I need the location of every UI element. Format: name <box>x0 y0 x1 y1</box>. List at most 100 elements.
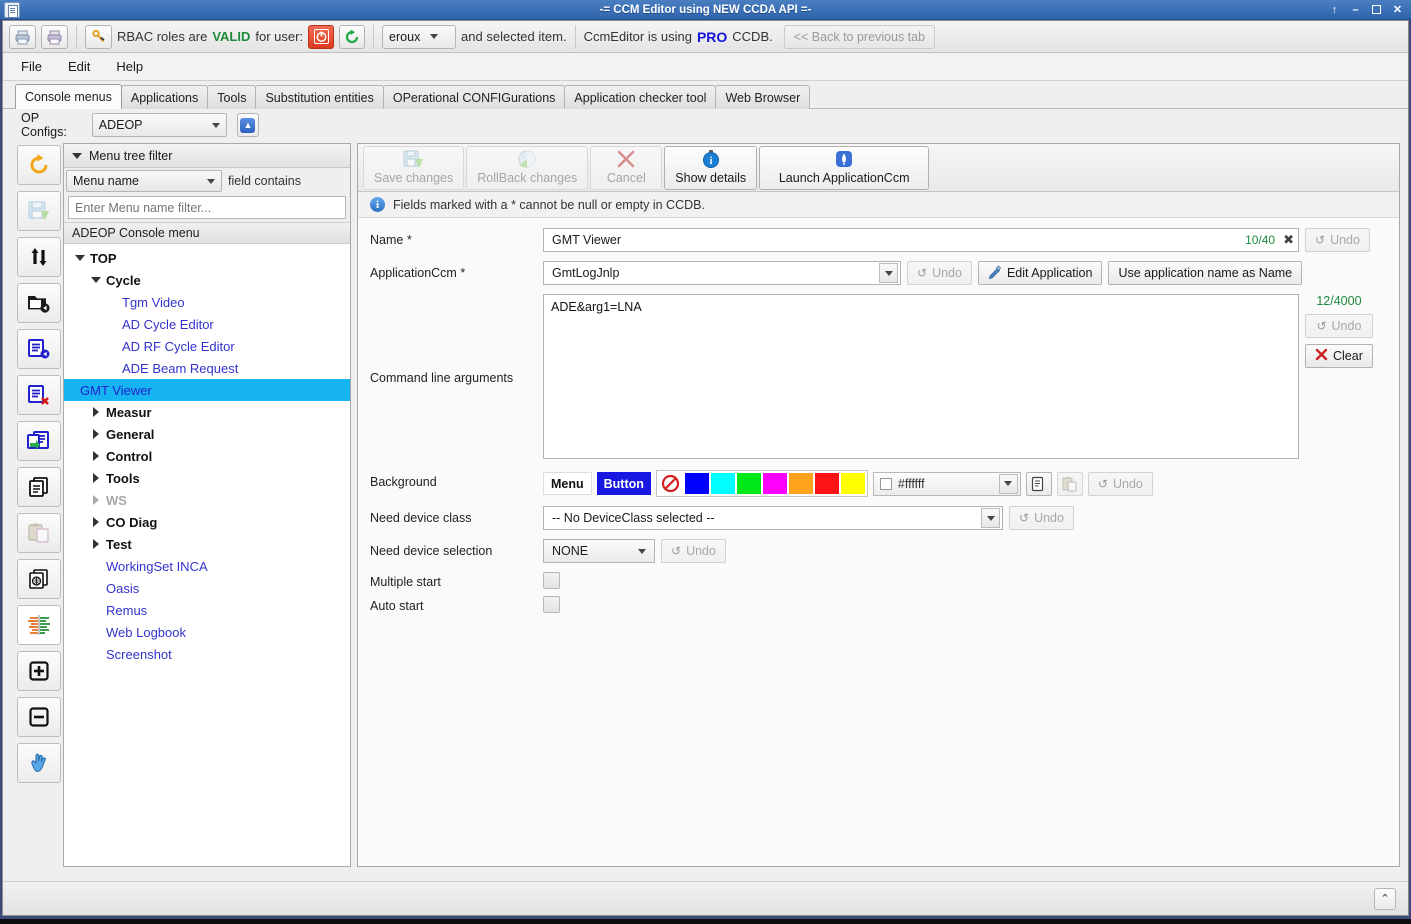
tree-node[interactable]: WorkingSet INCA <box>64 555 350 577</box>
close-button[interactable]: ✕ <box>1388 2 1407 18</box>
user-select[interactable]: eroux <box>382 24 457 49</box>
need-device-selection-select[interactable]: NONE <box>543 539 655 563</box>
roll-up-button[interactable]: ↑ <box>1325 2 1344 18</box>
tree-node[interactable]: Tgm Video <box>64 291 350 313</box>
multiple-start-checkbox[interactable] <box>543 572 560 589</box>
chevron-down-icon[interactable] <box>74 255 86 261</box>
select-hand-icon[interactable] <box>17 743 61 783</box>
tree-node[interactable]: Web Logbook <box>64 621 350 643</box>
chevron-right-icon[interactable] <box>90 495 102 505</box>
chevron-right-icon[interactable] <box>90 451 102 461</box>
show-details-button[interactable]: i Show details <box>664 145 758 190</box>
command-line-textarea[interactable] <box>543 294 1299 459</box>
applicationccm-select[interactable]: GmtLogJnlp <box>543 261 901 285</box>
copy-page-icon[interactable] <box>17 467 61 507</box>
need-device-class-undo-button[interactable]: ↺ Undo <box>1009 506 1074 530</box>
background-undo-button[interactable]: ↺ Undo <box>1087 471 1153 496</box>
tree-node[interactable]: General <box>64 423 350 445</box>
menu-filter-input[interactable] <box>68 196 346 219</box>
tab-substitution-entities[interactable]: Substitution entities <box>255 85 384 109</box>
tree-node[interactable]: Screenshot <box>64 643 350 665</box>
rollback-changes-button[interactable]: RollBack changes <box>466 145 589 190</box>
launch-applicationccm-button[interactable]: Launch ApplicationCcm <box>759 145 930 190</box>
save-changes-button[interactable]: Save changes <box>363 145 465 190</box>
back-to-previous-tab-button[interactable]: << Back to previous tab <box>783 24 936 49</box>
yellow-swatch[interactable] <box>840 473 865 494</box>
cancel-button[interactable]: Cancel <box>590 145 663 190</box>
paste-icon[interactable] <box>1056 471 1083 496</box>
tree-node[interactable]: Control <box>64 445 350 467</box>
magenta-swatch[interactable] <box>762 473 787 494</box>
tree-node[interactable]: AD RF Cycle Editor <box>64 335 350 357</box>
new-folder-icon[interactable] <box>17 283 61 323</box>
tree-node[interactable]: WS <box>64 489 350 511</box>
use-application-name-button[interactable]: Use application name as Name <box>1108 261 1303 285</box>
compare-icon[interactable] <box>17 605 61 645</box>
background-hex-select[interactable]: #ffffff <box>872 471 1021 496</box>
chevron-down-icon[interactable] <box>90 277 102 283</box>
reload-icon[interactable] <box>17 145 61 185</box>
paste-clipboard-icon[interactable] <box>17 513 61 553</box>
background-button-tab[interactable]: Button <box>596 472 651 495</box>
tree-node[interactable]: TOP <box>64 247 350 269</box>
duplicate-entry-icon[interactable] <box>17 421 61 461</box>
command-line-undo-button[interactable]: ↺ Undo <box>1305 314 1373 338</box>
tree-node[interactable]: Cycle <box>64 269 350 291</box>
applicationccm-undo-button[interactable]: ↺ Undo <box>907 261 972 285</box>
tree-node[interactable]: Oasis <box>64 577 350 599</box>
no-color-swatch[interactable] <box>658 473 683 494</box>
save-disk-icon[interactable] <box>17 191 61 231</box>
edit-application-button[interactable]: Edit Application <box>977 261 1103 285</box>
name-input[interactable]: GMT Viewer 10/40 ✖ <box>543 228 1299 252</box>
maximize-button[interactable] <box>1367 2 1386 18</box>
tree-node[interactable]: Measur <box>64 401 350 423</box>
blue-swatch[interactable] <box>684 473 709 494</box>
preview-pages-icon[interactable] <box>17 559 61 599</box>
menu-item-edit[interactable]: Edit <box>68 59 90 74</box>
orange-swatch[interactable] <box>788 473 813 494</box>
move-updown-icon[interactable] <box>17 237 61 277</box>
rbac-key-icon[interactable] <box>85 24 112 49</box>
chevron-right-icon[interactable] <box>90 539 102 549</box>
cyan-swatch[interactable] <box>710 473 735 494</box>
tab-applications[interactable]: Applications <box>120 85 209 109</box>
chevron-down-icon[interactable] <box>981 508 1000 528</box>
tab-tools[interactable]: Tools <box>207 85 257 109</box>
expand-all-icon[interactable] <box>17 651 61 691</box>
name-undo-button[interactable]: ↺ Undo <box>1305 228 1370 252</box>
tree-node[interactable]: AD Cycle Editor <box>64 313 350 335</box>
launch-app-icon[interactable]: ▲ <box>236 113 259 137</box>
chevron-right-icon[interactable] <box>90 429 102 439</box>
tab-console-menus[interactable]: Console menus <box>15 84 122 109</box>
tree-node[interactable]: CO Diag <box>64 511 350 533</box>
need-device-selection-undo-button[interactable]: ↺ Undo <box>661 539 726 563</box>
tree-node[interactable]: ADE Beam Request <box>64 357 350 379</box>
copy-icon[interactable] <box>1025 471 1052 496</box>
print-preview-icon[interactable] <box>41 24 68 49</box>
tree-node[interactable]: GMT Viewer <box>64 379 350 401</box>
print-icon[interactable] <box>9 24 36 49</box>
menu-tree[interactable]: TOP Cycle Tgm Video AD Cycle Editor AD RF Cy… <box>64 244 350 866</box>
green-swatch[interactable] <box>736 473 761 494</box>
chevron-down-icon[interactable] <box>998 473 1018 494</box>
minimize-button[interactable]: – <box>1346 2 1365 18</box>
need-device-class-select[interactable]: -- No DeviceClass selected -- <box>543 506 1003 530</box>
background-menu-tab[interactable]: Menu <box>543 472 592 495</box>
tab-operational-configurations[interactable]: OPerational CONFIGurations <box>382 85 566 109</box>
chevron-right-icon[interactable] <box>90 473 102 483</box>
menu-tree-filter-header[interactable]: Menu tree filter <box>64 144 350 168</box>
menu-item-help[interactable]: Help <box>116 59 143 74</box>
clear-icon[interactable]: ✖ <box>1283 232 1294 248</box>
tree-node[interactable]: Tools <box>64 467 350 489</box>
add-entry-icon[interactable] <box>17 329 61 369</box>
delete-entry-icon[interactable] <box>17 375 61 415</box>
tab-application-checker-tool[interactable]: Application checker tool <box>564 85 717 109</box>
red-swatch[interactable] <box>814 473 839 494</box>
auto-start-checkbox[interactable] <box>543 596 560 613</box>
refresh-icon[interactable] <box>339 24 366 49</box>
power-off-icon[interactable] <box>308 24 335 49</box>
collapse-all-icon[interactable] <box>17 697 61 737</box>
command-line-clear-button[interactable]: Clear <box>1305 344 1373 368</box>
collapse-up-icon[interactable]: ⌃ <box>1374 887 1396 910</box>
chevron-right-icon[interactable] <box>90 517 102 527</box>
